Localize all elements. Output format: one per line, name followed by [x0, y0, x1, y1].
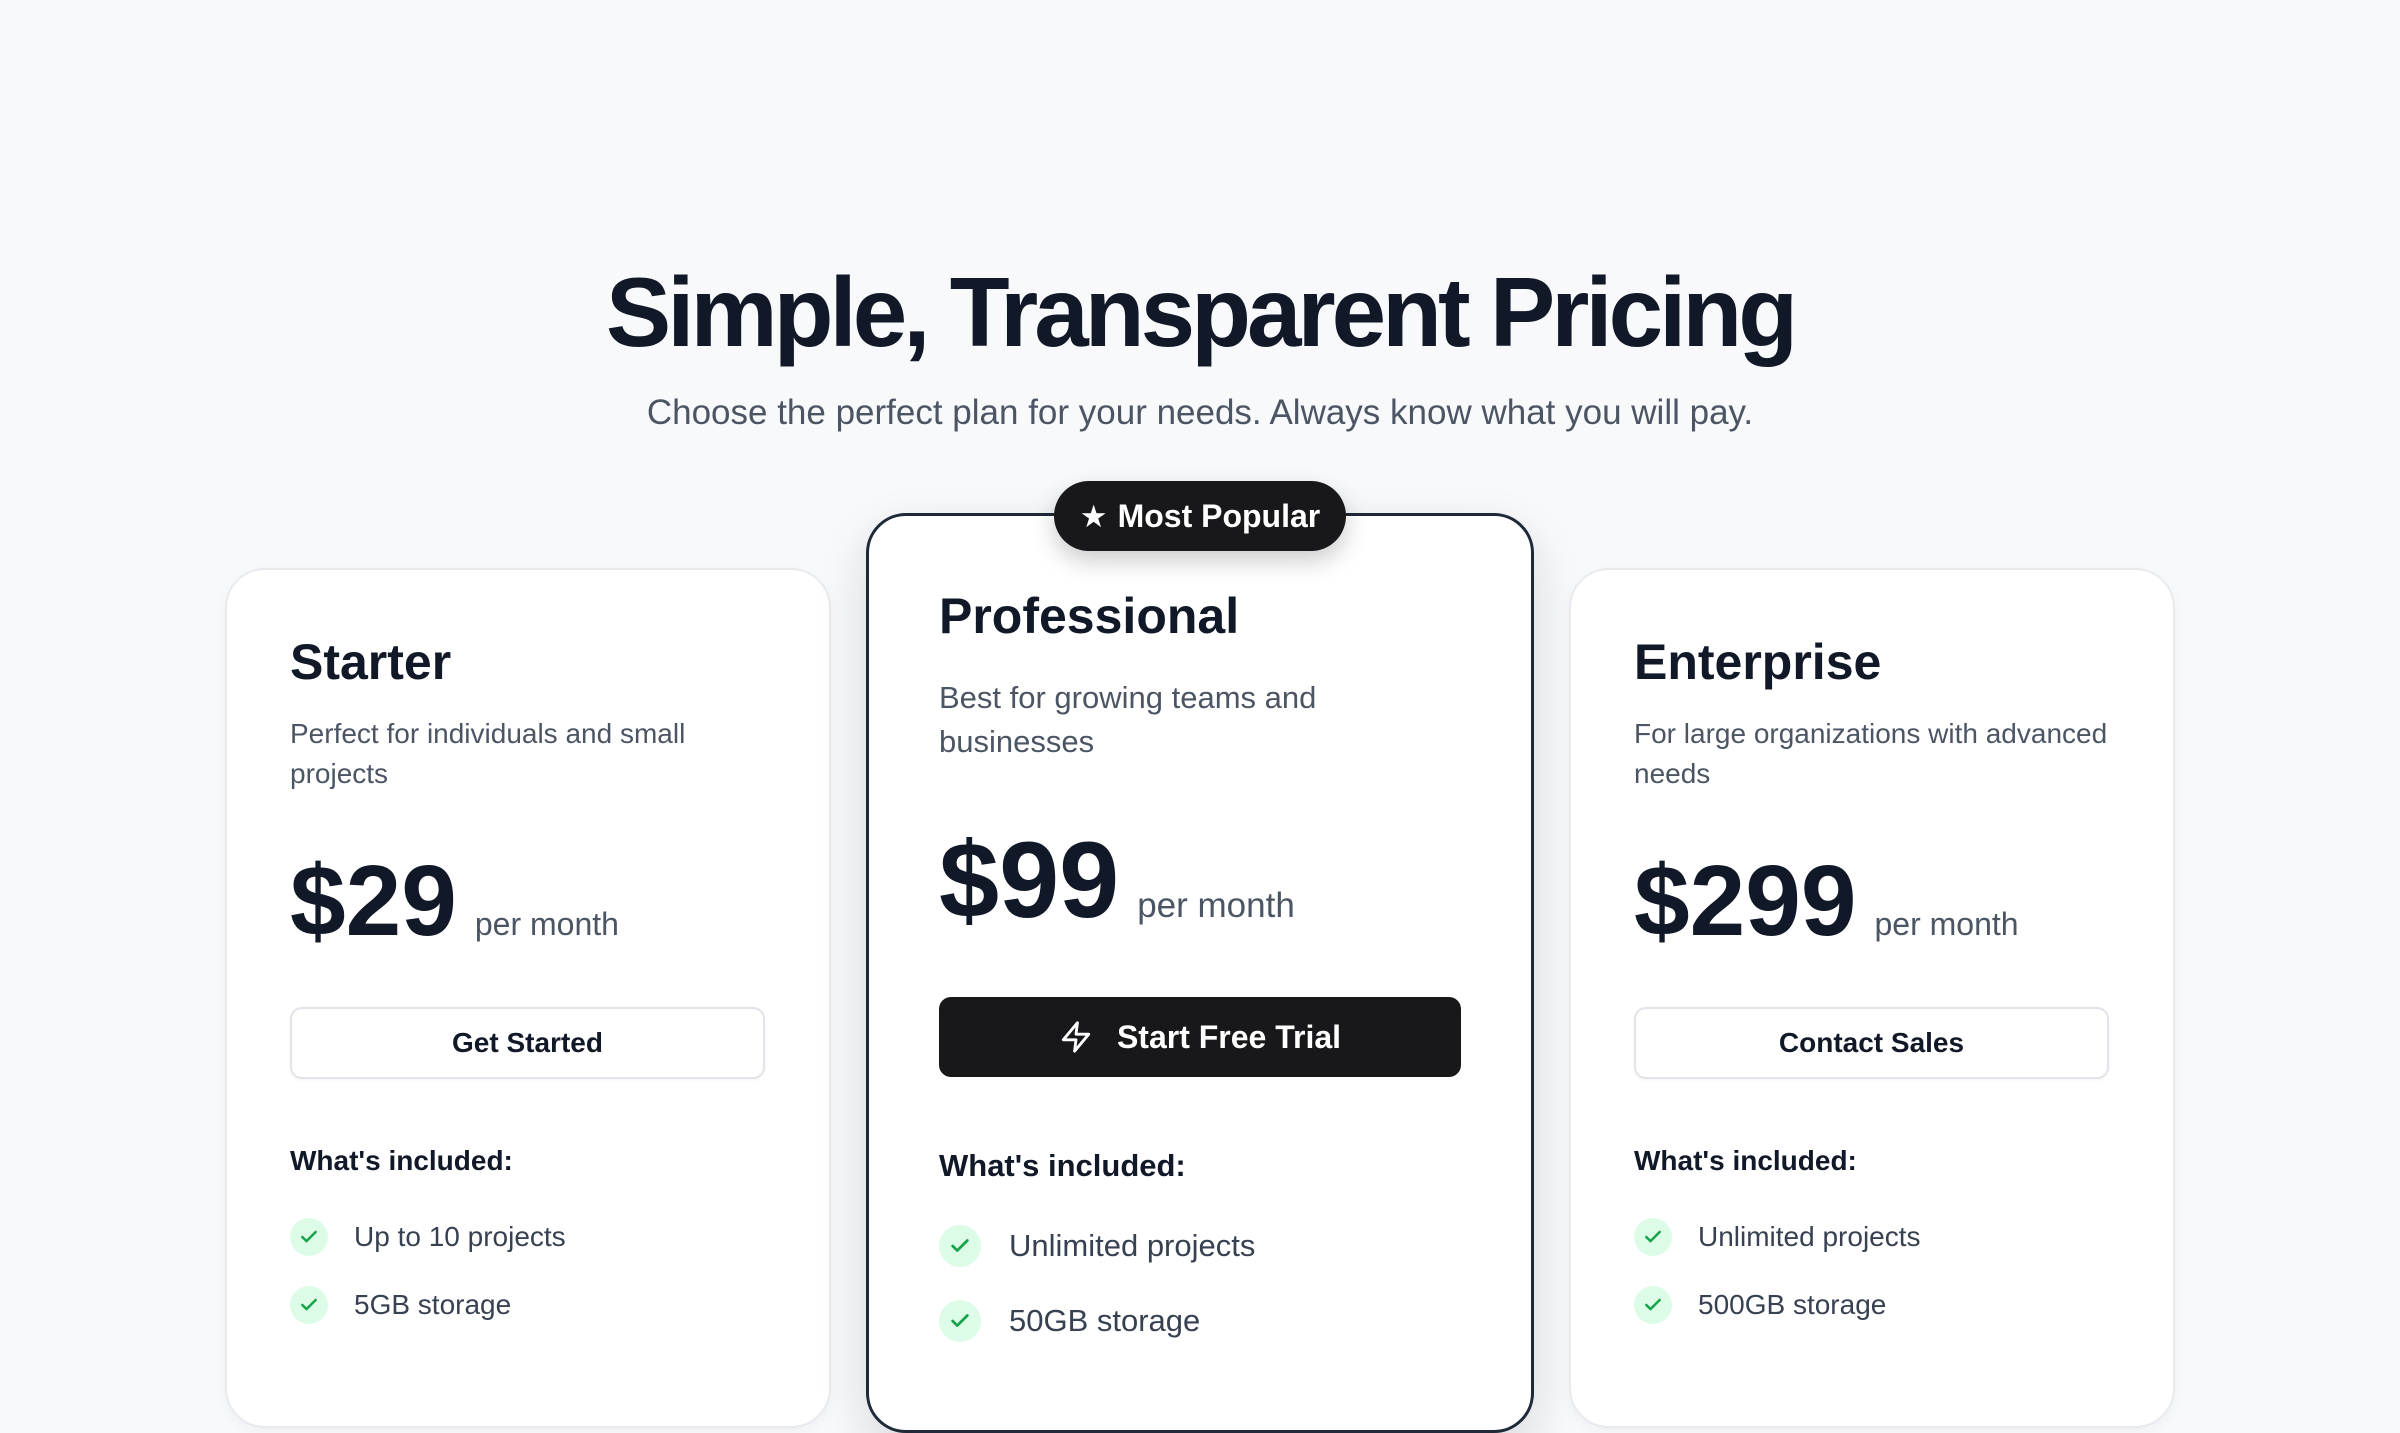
price-row: $299 per month	[1634, 851, 2019, 951]
check-icon	[1634, 1218, 1672, 1256]
star-icon: ★	[1079, 498, 1108, 534]
list-item: Unlimited projects	[1634, 1203, 1921, 1271]
start-free-trial-button[interactable]: Start Free Trial	[939, 997, 1461, 1077]
page-subtitle: Choose the perfect plan for your needs. …	[646, 393, 1754, 432]
plan-description: For large organizations with advanced ne…	[1634, 718, 2108, 789]
price-amount: $99	[939, 819, 1120, 940]
button-label: Contact Sales	[1778, 1027, 1965, 1058]
price-period: per month	[1137, 886, 1295, 925]
bolt-icon	[1059, 1018, 1093, 1056]
feature-list: Up to 10 projects 5GB storage	[290, 1203, 566, 1339]
check-icon	[939, 1299, 981, 1342]
price-amount: $29	[290, 845, 457, 957]
list-item: 50GB storage	[939, 1283, 1255, 1358]
badge-label: Most Popular	[1117, 497, 1321, 534]
included-heading: What's included:	[1634, 1145, 1857, 1176]
price-amount: $299	[1634, 845, 1857, 957]
page-title: Simple, Transparent Pricing	[605, 257, 1798, 367]
plan-card-starter: Starter Perfect for individuals and smal…	[225, 568, 831, 1428]
feature-text: 50GB storage	[1009, 1302, 1201, 1338]
plan-card-enterprise: Enterprise For large organizations with …	[1569, 568, 2175, 1428]
button-label: Start Free Trial	[1116, 1018, 1342, 1055]
feature-text: Unlimited projects	[1698, 1221, 1921, 1252]
feature-text: 500GB storage	[1698, 1289, 1887, 1320]
feature-list: Unlimited projects 500GB storage	[1634, 1203, 1921, 1339]
button-label: Get Started	[452, 1027, 603, 1058]
list-item: 5GB storage	[290, 1271, 566, 1339]
plan-description: Perfect for individuals and small projec…	[290, 718, 686, 789]
list-item: Up to 10 projects	[290, 1203, 566, 1271]
included-heading: What's included:	[939, 1148, 1186, 1183]
plan-name: Enterprise	[1634, 634, 1882, 690]
check-icon	[290, 1218, 328, 1256]
included-heading: What's included:	[290, 1145, 513, 1176]
list-item: 500GB storage	[1634, 1271, 1921, 1339]
most-popular-badge: ★ Most Popular	[1054, 481, 1346, 551]
feature-list: Unlimited projects 50GB storage	[939, 1208, 1255, 1358]
price-period: per month	[1874, 906, 2019, 942]
plan-card-professional: Professional Best for growing teams and …	[866, 513, 1534, 1433]
price-row: $99 per month	[939, 826, 1295, 934]
plan-name: Starter	[290, 634, 452, 690]
list-item: Unlimited projects	[939, 1208, 1255, 1283]
feature-text: Unlimited projects	[1009, 1227, 1256, 1263]
plan-name: Professional	[939, 588, 1240, 644]
contact-sales-button[interactable]: Contact Sales	[1634, 1007, 2109, 1079]
check-icon	[290, 1286, 328, 1324]
feature-text: 5GB storage	[354, 1289, 512, 1320]
price-period: per month	[474, 906, 619, 942]
price-row: $29 per month	[290, 851, 619, 951]
check-icon	[1634, 1286, 1672, 1324]
check-icon	[939, 1224, 981, 1267]
get-started-button[interactable]: Get Started	[290, 1007, 765, 1079]
plan-description: Best for growing teams and businesses	[939, 680, 1317, 759]
feature-text: Up to 10 projects	[354, 1221, 566, 1252]
